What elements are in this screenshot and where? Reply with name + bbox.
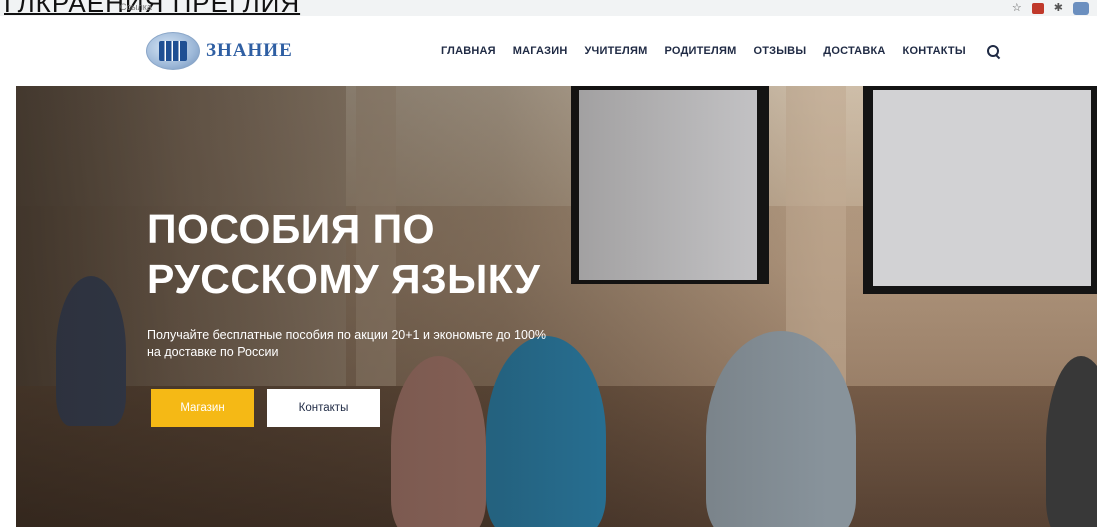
- star-icon[interactable]: ☆: [1012, 1, 1022, 15]
- nav-delivery[interactable]: ДОСТАВКА: [823, 45, 885, 57]
- nav-parents[interactable]: РОДИТЕЛЯМ: [664, 45, 736, 57]
- site-logo[interactable]: ЗНАНИЕ: [146, 32, 293, 70]
- nav-shop[interactable]: МАГАЗИН: [513, 45, 568, 57]
- extension-icon[interactable]: [1031, 2, 1044, 14]
- logo-books-icon: [146, 32, 200, 70]
- browser-strip-label: Ссылка: [120, 2, 152, 12]
- nav-teachers[interactable]: УЧИТЕЛЯМ: [585, 45, 648, 57]
- hero-subtitle: Получайте бесплатные пособия по акции 20…: [147, 328, 547, 359]
- search-icon[interactable]: [986, 44, 1000, 58]
- contacts-button[interactable]: Контакты: [267, 389, 380, 427]
- browser-strip: ГЛКРАЕНИЯ ПРЕГЛИЯ Ссылка ☆ ✱: [0, 0, 1097, 18]
- pin-icon[interactable]: ✱: [1054, 1, 1063, 15]
- browser-extension-bar: ☆ ✱: [1012, 1, 1089, 15]
- nav-home[interactable]: ГЛАВНАЯ: [441, 45, 496, 57]
- hero-title: ПОСОБИЯ ПО РУССКОМУ ЯЗЫКУ: [147, 206, 541, 302]
- site-header: ЗНАНИЕ ГЛАВНАЯ МАГАЗИН УЧИТЕЛЯМ РОДИТЕЛЯ…: [0, 16, 1097, 86]
- hero-banner: ПОСОБИЯ ПО РУССКОМУ ЯЗЫКУ Получайте бесп…: [16, 86, 1097, 527]
- logo-text: ЗНАНИЕ: [206, 40, 293, 61]
- nav-reviews[interactable]: ОТЗЫВЫ: [753, 45, 806, 57]
- main-nav: ГЛАВНАЯ МАГАЗИН УЧИТЕЛЯМ РОДИТЕЛЯМ ОТЗЫВ…: [441, 44, 1000, 58]
- shop-button[interactable]: Магазин: [151, 389, 254, 427]
- profile-icon[interactable]: [1073, 1, 1089, 15]
- nav-contacts[interactable]: КОНТАКТЫ: [903, 45, 966, 57]
- hero-shade: [16, 86, 1097, 527]
